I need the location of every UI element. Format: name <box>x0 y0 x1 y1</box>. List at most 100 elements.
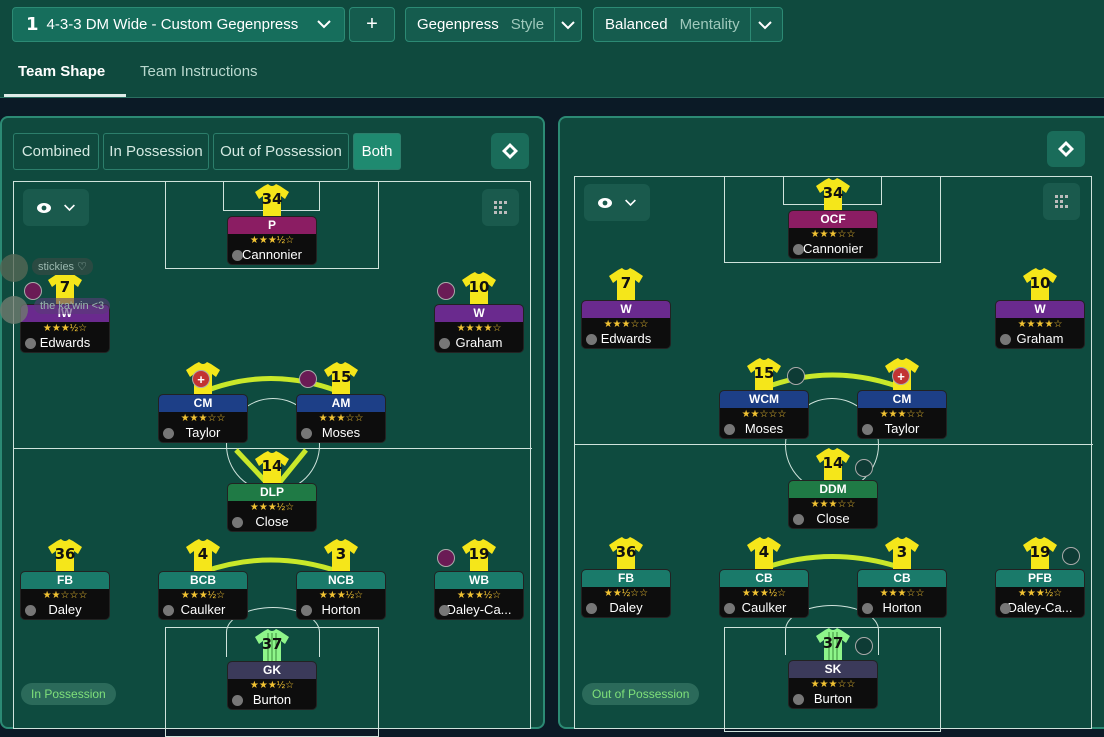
player-card-daley[interactable]: FB ★★☆☆☆ Daley <box>20 571 110 620</box>
player-name: Graham <box>996 331 1084 347</box>
role-indicator-icon[interactable] <box>855 637 873 655</box>
player-card-graham[interactable]: W ★★★★☆ Graham <box>995 300 1085 349</box>
shirt-icon: 19 <box>1022 537 1058 571</box>
player-name: Graham <box>435 335 523 351</box>
player-name: Moses <box>297 425 385 441</box>
role-indicator-icon[interactable]: + <box>892 367 910 385</box>
player-name: Moses <box>720 421 808 437</box>
player-role: WB <box>435 572 523 589</box>
shirt-icon: 15 <box>323 362 359 396</box>
player-avatar-icon <box>862 603 873 614</box>
role-rating: ★★★½☆ <box>1017 588 1063 599</box>
shirt-icon: 36 <box>47 539 83 573</box>
shirt-number: 37 <box>822 634 844 652</box>
player-card-daleyca[interactable]: WB ★★★½☆ Daley-Ca... <box>434 571 524 620</box>
player-name: Close <box>789 511 877 527</box>
player-avatar-icon <box>793 244 804 255</box>
role-rating: ★★★☆☆ <box>810 229 856 240</box>
shirt-icon: 37 <box>254 629 290 663</box>
player-avatar-icon <box>301 605 312 616</box>
role-indicator-icon[interactable] <box>855 459 873 477</box>
player-role: FB <box>582 570 670 587</box>
player-card-cannonier[interactable]: P ★★★½☆ Cannonier <box>227 216 317 265</box>
player-card-daley[interactable]: FB ★★½☆☆ Daley <box>581 569 671 618</box>
shirt-icon: 7 <box>608 268 644 302</box>
player-card-caulker[interactable]: CB ★★★½☆ Caulker <box>719 569 809 618</box>
player-avatar-icon <box>439 605 450 616</box>
player-card-moses[interactable]: WCM ★★☆☆☆ Moses <box>719 390 809 439</box>
player-card-horton[interactable]: NCB ★★★½☆ Horton <box>296 571 386 620</box>
player-avatar-icon <box>862 424 873 435</box>
player-name: Close <box>228 514 316 530</box>
player-avatar-icon <box>232 695 243 706</box>
player-avatar-icon <box>25 605 36 616</box>
role-indicator-icon[interactable] <box>787 367 805 385</box>
shirt-icon: 37 <box>815 628 851 662</box>
role-rating: ★★☆☆☆ <box>741 409 787 420</box>
shirt-icon: 14 <box>254 451 290 485</box>
player-name: Cannonier <box>789 241 877 257</box>
role-indicator-icon[interactable] <box>1062 547 1080 565</box>
player-avatar-icon <box>232 517 243 528</box>
player-avatar-icon <box>1000 334 1011 345</box>
shirt-icon: 3 <box>884 537 920 571</box>
role-rating: ★★★★☆ <box>1017 319 1063 330</box>
shirt-number: 19 <box>468 545 490 563</box>
shirt-number: 15 <box>330 368 352 386</box>
shirt-number: 7 <box>620 274 632 292</box>
player-avatar-icon <box>724 424 735 435</box>
player-role: BCB <box>159 572 247 589</box>
player-avatar-icon <box>301 428 312 439</box>
player-name: Taylor <box>858 421 946 437</box>
player-name: Horton <box>858 600 946 616</box>
role-rating: ★★★½☆ <box>318 590 364 601</box>
role-rating: ★★★½☆ <box>42 323 88 334</box>
player-role: DDM <box>789 481 877 498</box>
shirt-icon: 14 <box>815 448 851 482</box>
player-avatar-icon <box>163 428 174 439</box>
shirt-icon: 15 <box>746 358 782 392</box>
player-name: Daley <box>582 600 670 616</box>
player-avatar-icon <box>439 338 450 349</box>
shirt-icon: 3 <box>323 539 359 573</box>
player-card-daleyca[interactable]: PFB ★★★½☆ Daley-Ca... <box>995 569 1085 618</box>
player-card-taylor[interactable]: CM ★★★☆☆ Taylor <box>158 394 248 443</box>
shirt-icon: 4 <box>185 539 221 573</box>
player-role: NCB <box>297 572 385 589</box>
chat-message: stickies ♡ <box>32 258 93 275</box>
player-role: PFB <box>996 570 1084 587</box>
player-card-cannonier[interactable]: OCF ★★★☆☆ Cannonier <box>788 210 878 259</box>
player-avatar-icon <box>232 250 243 261</box>
player-avatar-icon <box>793 514 804 525</box>
player-card-edwards[interactable]: W ★★★☆☆ Edwards <box>581 300 671 349</box>
role-indicator-icon[interactable] <box>437 549 455 567</box>
shirt-icon: 10 <box>1022 268 1058 302</box>
player-card-close[interactable]: DLP ★★★½☆ Close <box>227 483 317 532</box>
player-avatar-icon <box>25 338 36 349</box>
role-rating: ★★★½☆ <box>741 588 787 599</box>
player-role: W <box>435 305 523 322</box>
role-indicator-icon[interactable] <box>437 282 455 300</box>
player-role: P <box>228 217 316 234</box>
player-avatar-icon <box>1000 603 1011 614</box>
role-rating: ★★★½☆ <box>249 235 295 246</box>
role-indicator-icon[interactable]: + <box>192 370 210 388</box>
player-card-moses[interactable]: AM ★★★☆☆ Moses <box>296 394 386 443</box>
role-rating: ★★☆☆☆ <box>42 590 88 601</box>
player-role: OCF <box>789 211 877 228</box>
player-card-burton[interactable]: GK ★★★½☆ Burton <box>227 661 317 710</box>
player-role: CM <box>858 391 946 408</box>
player-avatar-icon <box>724 603 735 614</box>
player-card-close[interactable]: DDM ★★★☆☆ Close <box>788 480 878 529</box>
shirt-number: 37 <box>261 635 283 653</box>
player-role: CB <box>858 570 946 587</box>
player-card-burton[interactable]: SK ★★★☆☆ Burton <box>788 660 878 709</box>
role-rating: ★★★★☆ <box>456 323 502 334</box>
player-card-taylor[interactable]: CM ★★★☆☆ Taylor <box>857 390 947 439</box>
player-card-caulker[interactable]: BCB ★★★½☆ Caulker <box>158 571 248 620</box>
player-name: Burton <box>228 692 316 708</box>
player-card-horton[interactable]: CB ★★★☆☆ Horton <box>857 569 947 618</box>
player-role: DLP <box>228 484 316 501</box>
player-card-graham[interactable]: W ★★★★☆ Graham <box>434 304 524 353</box>
role-indicator-icon[interactable] <box>299 370 317 388</box>
